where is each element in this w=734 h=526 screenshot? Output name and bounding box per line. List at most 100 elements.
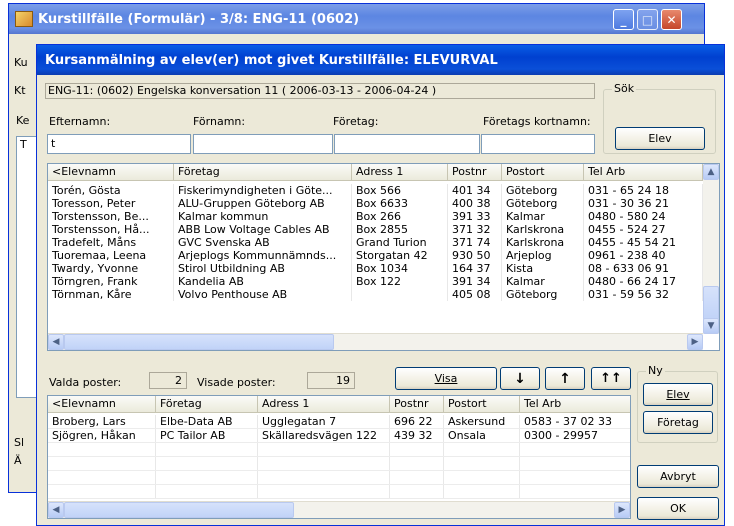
- ok-label: OK: [670, 502, 686, 515]
- sel-hscroll-thumb[interactable]: [64, 502, 294, 518]
- table-cell: [48, 443, 156, 456]
- table-row[interactable]: Törngren, Frank Kandelia AB Box 122 391 34 K…: [48, 275, 703, 288]
- table-row[interactable]: Twardy, Yvonne Stirol Utbildning AB Box 10…: [48, 262, 703, 275]
- foretag-label: Företag:: [333, 115, 379, 128]
- close-button[interactable]: ✕: [661, 9, 682, 30]
- col-postort[interactable]: Postort: [502, 164, 584, 180]
- selected-grid[interactable]: <Elevnamn Företag Adress 1 Postnr Postor…: [47, 395, 631, 519]
- table-row[interactable]: [48, 457, 630, 471]
- visade-label: Visade poster:: [197, 376, 276, 389]
- table-cell: [48, 485, 156, 498]
- hscroll-thumb[interactable]: [64, 334, 334, 350]
- table-cell: [444, 457, 520, 470]
- sel-col-postort[interactable]: Postort: [444, 396, 520, 412]
- scroll-down-icon[interactable]: ▼: [703, 318, 719, 334]
- sel-col-adress[interactable]: Adress 1: [258, 396, 390, 412]
- col-foretag[interactable]: Företag: [174, 164, 352, 180]
- table-row[interactable]: Broberg, Lars Elbe-Data AB Ugglegatan 7 696…: [48, 415, 630, 429]
- table-cell: Arjeplogs Kommunnämnds...: [174, 249, 352, 262]
- fornamn-field[interactable]: [193, 134, 333, 154]
- sel-scroll-right-icon[interactable]: ▶: [614, 502, 630, 518]
- table-cell: Box 122: [352, 275, 448, 288]
- sel-col-telarb[interactable]: Tel Arb: [520, 396, 630, 412]
- table-cell: [258, 457, 390, 470]
- table-cell: Arjeplog: [502, 249, 584, 262]
- col-adress[interactable]: Adress 1: [352, 164, 448, 180]
- table-row[interactable]: Torstensson, Be... Kalmar kommun Box 266 39…: [48, 210, 703, 223]
- valda-label: Valda poster:: [49, 376, 122, 389]
- table-cell: 0961 - 238 40: [584, 249, 703, 262]
- sel-col-postnr[interactable]: Postnr: [390, 396, 444, 412]
- table-cell: Onsala: [444, 429, 520, 442]
- selected-horizontal-scrollbar[interactable]: ◀ ▶: [48, 501, 630, 518]
- scroll-thumb[interactable]: [703, 286, 719, 320]
- sel-col-foretag[interactable]: Företag: [156, 396, 258, 412]
- results-vertical-scrollbar[interactable]: ▲ ▼: [703, 164, 719, 334]
- minimize-button[interactable]: _: [613, 9, 634, 30]
- table-row[interactable]: Törnman, Kåre Volvo Penthouse AB 405 08 Göt…: [48, 288, 703, 301]
- table-row[interactable]: [48, 471, 630, 485]
- search-results-grid[interactable]: <Elevnamn Företag Adress 1 Postnr Postor…: [47, 163, 720, 351]
- background-window-title: Kurstillfälle (Formulär) - 3/8: ENG-11 (…: [38, 11, 360, 27]
- back-label-t: T: [20, 138, 27, 151]
- efternamn-field[interactable]: t: [47, 134, 191, 154]
- move-down-button[interactable]: ↓: [500, 367, 540, 390]
- table-row[interactable]: Tuoremaa, Leena Arjeplogs Kommunnämnds...…: [48, 249, 703, 262]
- table-cell: Twardy, Yvonne: [48, 262, 174, 275]
- table-cell: 164 37: [448, 262, 502, 275]
- maximize-button[interactable]: □: [637, 9, 658, 30]
- cancel-label: Avbryt: [660, 470, 696, 483]
- table-cell: ALU-Gruppen Göteborg AB: [174, 197, 352, 210]
- dialog-titlebar[interactable]: Kursanmälning av elev(er) mot givet Kurs…: [37, 45, 724, 75]
- course-info: ENG-11: (0602) Engelska konversation 11 …: [48, 84, 437, 97]
- table-cell: 391 34: [448, 275, 502, 288]
- table-cell: Göteborg: [502, 288, 584, 301]
- sel-scroll-left-icon[interactable]: ◀: [48, 502, 64, 518]
- results-horizontal-scrollbar[interactable]: ◀ ▶: [48, 333, 703, 350]
- visa-button[interactable]: Visa: [395, 367, 497, 390]
- back-tab-ke[interactable]: Ke: [16, 114, 29, 127]
- scroll-up-icon[interactable]: ▲: [703, 164, 719, 180]
- table-cell: Box 566: [352, 184, 448, 197]
- search-elev-button[interactable]: Elev: [615, 127, 705, 150]
- move-all-up-button[interactable]: ↑↑: [591, 367, 631, 390]
- kortnamn-field[interactable]: [481, 134, 595, 154]
- table-cell: [520, 457, 630, 470]
- col-postnr[interactable]: Postnr: [448, 164, 502, 180]
- col-telarb[interactable]: Tel Arb: [584, 164, 703, 180]
- selected-rows: Broberg, Lars Elbe-Data AB Ugglegatan 7 696…: [48, 415, 630, 499]
- app-icon: [15, 11, 33, 27]
- cancel-button[interactable]: Avbryt: [637, 465, 719, 488]
- table-cell: 031 - 30 36 21: [584, 197, 703, 210]
- table-cell: Kalmar kommun: [174, 210, 352, 223]
- sel-col-elevnamn[interactable]: <Elevnamn: [48, 396, 156, 412]
- scroll-right-icon[interactable]: ▶: [687, 334, 703, 350]
- table-row[interactable]: Torén, Gösta Fiskerimyndigheten i Göte...…: [48, 184, 703, 197]
- background-window-titlebar[interactable]: Kurstillfälle (Formulär) - 3/8: ENG-11 (…: [9, 4, 704, 34]
- table-row[interactable]: Toresson, Peter ALU-Gruppen Göteborg AB Bo…: [48, 197, 703, 210]
- table-row[interactable]: Torstensson, Hå... ABB Low Voltage Cables…: [48, 223, 703, 236]
- valda-value-box: 2: [149, 372, 187, 389]
- table-cell: 401 34: [448, 184, 502, 197]
- foretag-field[interactable]: [334, 134, 480, 154]
- table-cell: Karlskrona: [502, 223, 584, 236]
- ok-button[interactable]: OK: [637, 497, 719, 520]
- move-up-button[interactable]: ↑: [545, 367, 585, 390]
- table-cell: [48, 471, 156, 484]
- back-label-a: Ä: [14, 454, 22, 467]
- table-row[interactable]: Sjögren, Håkan PC Tailor AB Skällaredsväge…: [48, 429, 630, 443]
- table-row[interactable]: Tradefelt, Måns GVC Svenska AB Grand Turio…: [48, 236, 703, 249]
- table-cell: [156, 485, 258, 498]
- table-cell: Grand Turion: [352, 236, 448, 249]
- table-cell: Kalmar: [502, 275, 584, 288]
- scroll-left-icon[interactable]: ◀: [48, 334, 64, 350]
- table-row[interactable]: [48, 443, 630, 457]
- table-cell: 0300 - 29957: [520, 429, 630, 442]
- back-label-ku: Ku: [14, 56, 28, 69]
- table-cell: Askersund: [444, 415, 520, 428]
- col-elevnamn[interactable]: <Elevnamn: [48, 164, 174, 180]
- new-elev-button[interactable]: Elev: [643, 383, 713, 406]
- table-row[interactable]: [48, 485, 630, 499]
- new-foretag-button[interactable]: Företag: [643, 411, 713, 434]
- selected-header: <Elevnamn Företag Adress 1 Postnr Postor…: [48, 396, 630, 413]
